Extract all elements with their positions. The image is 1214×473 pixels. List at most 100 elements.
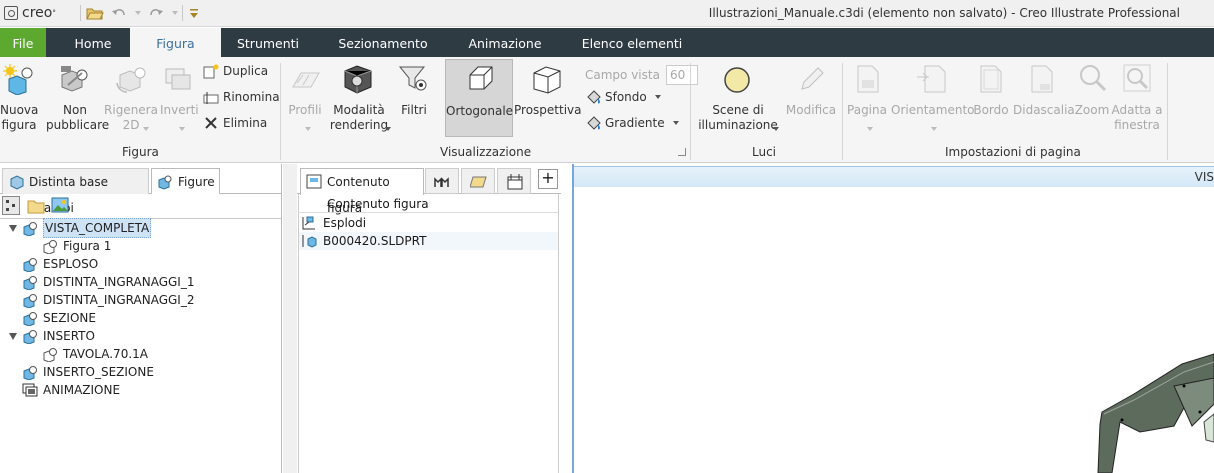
rinomina-icon xyxy=(203,92,219,104)
rinomina-button[interactable]: Rinomina xyxy=(203,89,280,105)
tree-item-inserto-sezione[interactable]: INSERTO_SEZIONE xyxy=(0,363,154,381)
elimina-button[interactable]: Elimina xyxy=(203,115,267,131)
scene-illuminazione-button[interactable]: Scene di illuminazione xyxy=(696,61,780,133)
title-bar: creo ° Illustrazioni_Manuale.c3di (elemen… xyxy=(0,0,1214,27)
customize-quick-access-icon[interactable] xyxy=(189,4,199,22)
content-row-esplodi[interactable]: Esplodi xyxy=(299,214,558,232)
3d-model-view[interactable] xyxy=(574,164,1214,473)
campo-vista-label: Campo vista xyxy=(585,68,660,82)
adatta-finestra-button[interactable]: Adatta a finestra xyxy=(1111,61,1163,133)
profili-button[interactable]: Profili xyxy=(285,61,325,131)
orientamento-icon xyxy=(917,65,946,93)
gradiente-button[interactable]: Gradiente xyxy=(586,115,679,131)
tab-sezionamento[interactable]: Sezionamento xyxy=(330,28,436,57)
tab-animazione[interactable]: Animazione xyxy=(460,28,550,57)
zoom-button[interactable]: Zoom xyxy=(1073,61,1111,118)
modalita-rendering-label: Modalità rendering xyxy=(329,103,389,132)
tree-item-inserto[interactable]: INSERTO xyxy=(0,327,95,345)
bordo-button[interactable]: Bordo xyxy=(972,61,1010,118)
tab-contenuto-figura[interactable]: Contenuto figura xyxy=(300,168,424,215)
visualizzazione-launcher-icon[interactable] xyxy=(678,148,686,156)
folder-icon[interactable] xyxy=(27,198,45,214)
gradiente-icon xyxy=(587,116,601,130)
creo-logo[interactable]: creo ° xyxy=(4,4,56,22)
tree-label: INSERTO xyxy=(43,329,95,343)
campo-vista-input[interactable]: 60 xyxy=(665,65,698,85)
didascalia-button[interactable]: Didascalia xyxy=(1013,61,1075,118)
tree-item-distinta-ingranaggi-2[interactable]: DISTINTA_INGRANAGGI_2 xyxy=(0,291,194,309)
rigenera-2d-icon xyxy=(116,67,146,93)
tree-label: ESPLOSO xyxy=(43,257,99,271)
nuova-figura-button[interactable]: Nuova figura xyxy=(0,61,38,133)
layers-icon xyxy=(470,176,487,188)
filtri-button[interactable]: Filtri xyxy=(396,61,432,118)
column-header[interactable]: Contenuto figura xyxy=(298,195,559,213)
tab-file[interactable]: File xyxy=(0,28,46,57)
tab-distinta-base-ricambi[interactable]: Distinta base ricambi xyxy=(2,168,149,215)
tree-view-toggle[interactable] xyxy=(2,196,20,215)
gradiente-label: Gradiente xyxy=(605,116,665,130)
panel-splitter[interactable] xyxy=(283,164,297,473)
tree-label: Figura 1 xyxy=(63,239,112,253)
non-pubblicare-button[interactable]: Non pubblicare xyxy=(46,61,109,133)
sfondo-button[interactable]: Sfondo xyxy=(586,89,661,105)
modifica-button[interactable]: Modifica xyxy=(784,61,838,118)
timeline-icon xyxy=(507,174,523,190)
profili-icon xyxy=(292,72,320,88)
expand-arrow-icon[interactable] xyxy=(8,331,18,341)
visualizzazione-group-label: Visualizzazione xyxy=(440,145,532,159)
content-row-part[interactable]: B000420.SLDPRT xyxy=(299,232,558,250)
duplica-button[interactable]: Duplica xyxy=(203,63,268,79)
content-row-label: B000420.SLDPRT xyxy=(323,234,427,248)
tree-item-vista-completa[interactable]: VISTA_COMPLETA xyxy=(0,218,152,238)
expand-arrow-icon[interactable] xyxy=(8,223,18,233)
orientamento-button[interactable]: Orientamento xyxy=(891,61,975,131)
figure-panel: Distinta base ricambi Figure VISTA_COMPL… xyxy=(0,164,282,473)
tab-layers[interactable] xyxy=(461,168,495,194)
tree-label: DISTINTA_INGRANAGGI_2 xyxy=(43,293,195,307)
tab-home[interactable]: Home xyxy=(60,28,126,57)
tree-item-animazione[interactable]: ANIMAZIONE xyxy=(0,381,120,399)
filtri-label: Filtri xyxy=(401,103,427,117)
redo-icon[interactable] xyxy=(148,4,164,22)
prospettiva-label: Prospettiva xyxy=(514,103,582,117)
pagina-button[interactable]: Pagina xyxy=(846,61,888,131)
undo-icon[interactable] xyxy=(111,4,127,22)
orientamento-label: Orientamento xyxy=(891,103,975,117)
tree-item-distinta-ingranaggi-1[interactable]: DISTINTA_INGRANAGGI_1 xyxy=(0,273,194,291)
tree-item-esploso[interactable]: ESPLOSO xyxy=(0,255,98,273)
modalita-rendering-button[interactable]: Modalità rendering xyxy=(328,61,391,133)
tree-item-tavola-70-1a[interactable]: TAVOLA.70.1A xyxy=(0,345,148,363)
add-tab-button[interactable]: + xyxy=(538,169,558,189)
tree-label: INSERTO_SEZIONE xyxy=(43,365,154,379)
contenuto-figura-icon xyxy=(306,174,322,189)
undo-dropdown-icon[interactable] xyxy=(131,4,141,22)
open-icon[interactable] xyxy=(86,4,104,22)
tree-item-figura-1[interactable]: Figura 1 xyxy=(0,237,111,255)
prospettiva-button[interactable]: Prospettiva xyxy=(514,61,582,118)
didascalia-label: Didascalia xyxy=(1013,103,1075,117)
inverti-button[interactable]: Inverti xyxy=(160,61,199,131)
tab-sequence[interactable] xyxy=(425,168,459,194)
rigenera-2d-button[interactable]: Rigenera 2D xyxy=(104,61,158,133)
cube-icon xyxy=(10,175,24,190)
campo-vista-control[interactable]: Campo vista 60 xyxy=(585,65,698,85)
zoom-label: Zoom xyxy=(1074,103,1110,117)
zoom-magnifier-icon xyxy=(1080,65,1107,92)
image-view-icon[interactable] xyxy=(51,197,69,213)
redo-dropdown-icon[interactable] xyxy=(168,4,178,22)
viewport-canvas[interactable]: VIS xyxy=(572,164,1214,473)
rinomina-label: Rinomina xyxy=(223,90,280,104)
tree-item-sezione[interactable]: SEZIONE xyxy=(0,309,96,327)
tab-strumenti[interactable]: Strumenti xyxy=(228,28,308,57)
modifica-label: Modifica xyxy=(785,103,837,117)
tab-figure[interactable]: Figure xyxy=(151,168,220,194)
profili-label: Profili xyxy=(288,103,322,117)
tab-figura[interactable]: Figura xyxy=(130,28,221,57)
animation-icon xyxy=(22,383,38,397)
pagina-icon xyxy=(857,65,879,93)
tree-label: TAVOLA.70.1A xyxy=(63,347,148,361)
tab-elenco-elementi[interactable]: Elenco elementi xyxy=(578,28,686,57)
ortogonale-button[interactable]: Ortogonale xyxy=(445,59,513,137)
tab-timeline[interactable] xyxy=(497,168,531,194)
